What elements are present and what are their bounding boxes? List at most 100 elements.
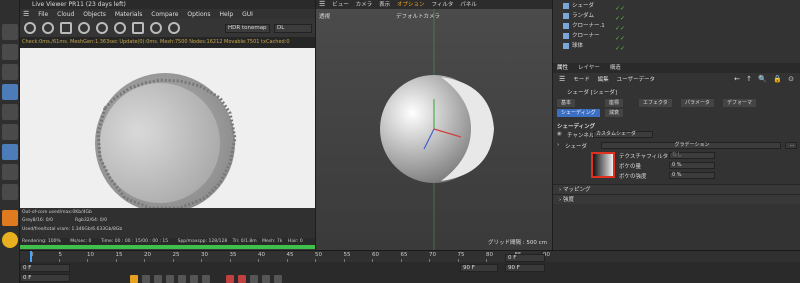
tonemap-select[interactable]: HDR tonemap <box>225 24 270 33</box>
vp-menu-view[interactable]: ビュー <box>332 2 349 8</box>
object-name: ランダム <box>572 13 595 19</box>
section-strength[interactable]: › 強度 <box>553 194 800 204</box>
go-start-icon[interactable] <box>130 275 138 283</box>
record-icon[interactable] <box>226 275 234 283</box>
menu-objects[interactable]: Objects <box>83 11 106 18</box>
prev-key-icon[interactable] <box>142 275 150 283</box>
vp-menu-filter[interactable]: フィルタ <box>431 2 453 8</box>
object-row-cloner1[interactable]: クローナー.1 ✓✓ <box>553 22 800 32</box>
viewport-canvas[interactable]: 透視 デフォルトカメラ グリッド間隔 : 500 cm <box>316 9 553 250</box>
timeline-max-field[interactable]: 90 F <box>505 264 545 272</box>
restart-icon[interactable] <box>42 22 54 34</box>
region-icon[interactable] <box>132 22 144 34</box>
points-mode-icon[interactable] <box>2 104 18 120</box>
pause-icon[interactable] <box>78 22 90 34</box>
subtab-basic[interactable]: 基本 <box>557 99 576 107</box>
timeline-tick-mark <box>429 259 430 262</box>
cube-icon[interactable] <box>2 24 18 40</box>
vp-menu-options[interactable]: オプション <box>397 2 425 8</box>
object-row-shader[interactable]: シェーダ ✓✓ <box>553 2 800 12</box>
menu-options[interactable]: Options <box>187 11 210 18</box>
timeline-tick-mark <box>201 259 202 262</box>
stop-icon[interactable] <box>60 22 72 34</box>
kernel-select[interactable]: DL <box>274 24 312 33</box>
check-icon[interactable]: ✓✓ <box>615 44 625 53</box>
shader-expand-icon[interactable]: › <box>557 142 559 148</box>
menu-file[interactable]: File <box>38 11 48 18</box>
timeline-tick-mark <box>172 259 174 262</box>
blur-amount-field[interactable]: 0 % <box>669 162 715 169</box>
timeline-tick-label: 65 <box>400 252 408 258</box>
menu-compare[interactable]: Compare <box>151 11 178 18</box>
snap-icon[interactable] <box>2 184 18 200</box>
section-mapping[interactable]: › マッピング <box>553 184 800 194</box>
next-key-icon[interactable] <box>190 275 198 283</box>
blur-strength-field[interactable]: 0 % <box>669 172 715 179</box>
edges-mode-icon[interactable] <box>2 124 18 140</box>
object-row-random[interactable]: ランダム ✓✓ <box>553 12 800 22</box>
menu-help[interactable]: Help <box>219 11 233 18</box>
userdata-menu[interactable]: ユーザーデータ <box>617 77 655 83</box>
subtab-shading[interactable]: シェーディング <box>557 109 600 117</box>
play-icon[interactable] <box>166 275 174 283</box>
viewport-menu: ☰ ビュー カメラ 表示 オプション フィルタ パネル <box>316 0 553 9</box>
render-info: Out-of-core used/max:0Kb/4Gb Grey8/16: 0… <box>20 208 315 238</box>
timeline-start-field[interactable]: 0 F <box>20 264 70 272</box>
refresh-icon[interactable] <box>24 22 36 34</box>
subtab-effector[interactable]: エフェクタ <box>639 99 672 107</box>
model-mode-icon[interactable] <box>2 84 18 100</box>
polygons-mode-icon[interactable] <box>2 144 18 160</box>
vp-menu-display[interactable]: 表示 <box>379 2 390 8</box>
vp-menu-panel[interactable]: パネル <box>460 2 477 8</box>
subtab-falloff[interactable]: 減衰 <box>605 109 624 117</box>
lock-icon[interactable] <box>96 22 108 34</box>
timeline: 051015202530354045505560657075808590 0 F… <box>20 250 800 283</box>
timeline-current-field[interactable]: 0 F <box>505 254 545 262</box>
object-row-sphere[interactable]: 球体 ✓✓ <box>553 42 800 53</box>
channel-select[interactable]: カスタムシェーダ <box>593 131 653 138</box>
shader-field[interactable]: グラデーション <box>601 142 781 149</box>
key-scale-icon[interactable] <box>274 275 282 283</box>
settings-icon[interactable] <box>168 22 180 34</box>
timeline-end-field[interactable]: 90 F <box>460 264 498 272</box>
texture-mode-icon[interactable] <box>2 164 18 180</box>
attr-hamburger-icon[interactable]: ☰ <box>559 75 565 83</box>
timeline-min-field[interactable]: 0 F <box>20 274 70 282</box>
timeline-tick-label: 45 <box>286 252 294 258</box>
menu-materials[interactable]: Materials <box>115 11 143 18</box>
hamburger-icon[interactable]: ☰ <box>23 10 29 18</box>
prev-frame-icon[interactable] <box>154 275 162 283</box>
next-frame-icon[interactable] <box>178 275 186 283</box>
tab-layers[interactable]: レイヤー <box>578 65 600 71</box>
key-move-icon[interactable] <box>250 275 258 283</box>
attribute-nav-icons[interactable]: ← ↑ 🔍 🔒 ⊙ <box>734 73 796 85</box>
timeline-ruler[interactable]: 051015202530354045505560657075808590 <box>20 251 800 262</box>
mode-menu[interactable]: モード <box>573 77 590 83</box>
object-row-cloner[interactable]: クローナー ✓✓ <box>553 32 800 42</box>
tab-attributes[interactable]: 属性 <box>557 65 568 71</box>
gradient-preview[interactable] <box>591 152 615 178</box>
shader-more-button[interactable]: … <box>785 142 797 149</box>
key-rotate-icon[interactable] <box>262 275 270 283</box>
vp-menu-camera[interactable]: カメラ <box>356 2 373 8</box>
viewport-hamburger-icon[interactable]: ☰ <box>319 0 325 8</box>
edit-menu[interactable]: 編集 <box>598 77 609 83</box>
checker-icon[interactable] <box>2 44 18 60</box>
focus-icon[interactable] <box>150 22 162 34</box>
autokey-icon[interactable] <box>238 275 246 283</box>
go-end-icon[interactable] <box>202 275 210 283</box>
menu-gui[interactable]: GUI <box>242 11 253 18</box>
grid-icon[interactable] <box>2 64 18 80</box>
s-logo-icon[interactable] <box>2 232 18 248</box>
camera-icon[interactable] <box>114 22 126 34</box>
bottle-icon[interactable] <box>2 210 18 226</box>
menu-cloud[interactable]: Cloud <box>57 11 74 18</box>
subtab-deformer[interactable]: デフォーマ <box>723 99 757 107</box>
subtab-coord[interactable]: 座標 <box>605 99 624 107</box>
tab-structure[interactable]: 構造 <box>610 65 621 71</box>
texture-filter-select[interactable]: なし <box>669 152 715 159</box>
timeline-playhead[interactable] <box>30 251 32 262</box>
subtab-parameter[interactable]: パラメータ <box>681 99 714 107</box>
viewport-panel: ☰ ビュー カメラ 表示 オプション フィルタ パネル 透視 デフォルトカメラ <box>315 0 553 250</box>
channel-radio-icon[interactable]: ◉ <box>557 131 562 137</box>
